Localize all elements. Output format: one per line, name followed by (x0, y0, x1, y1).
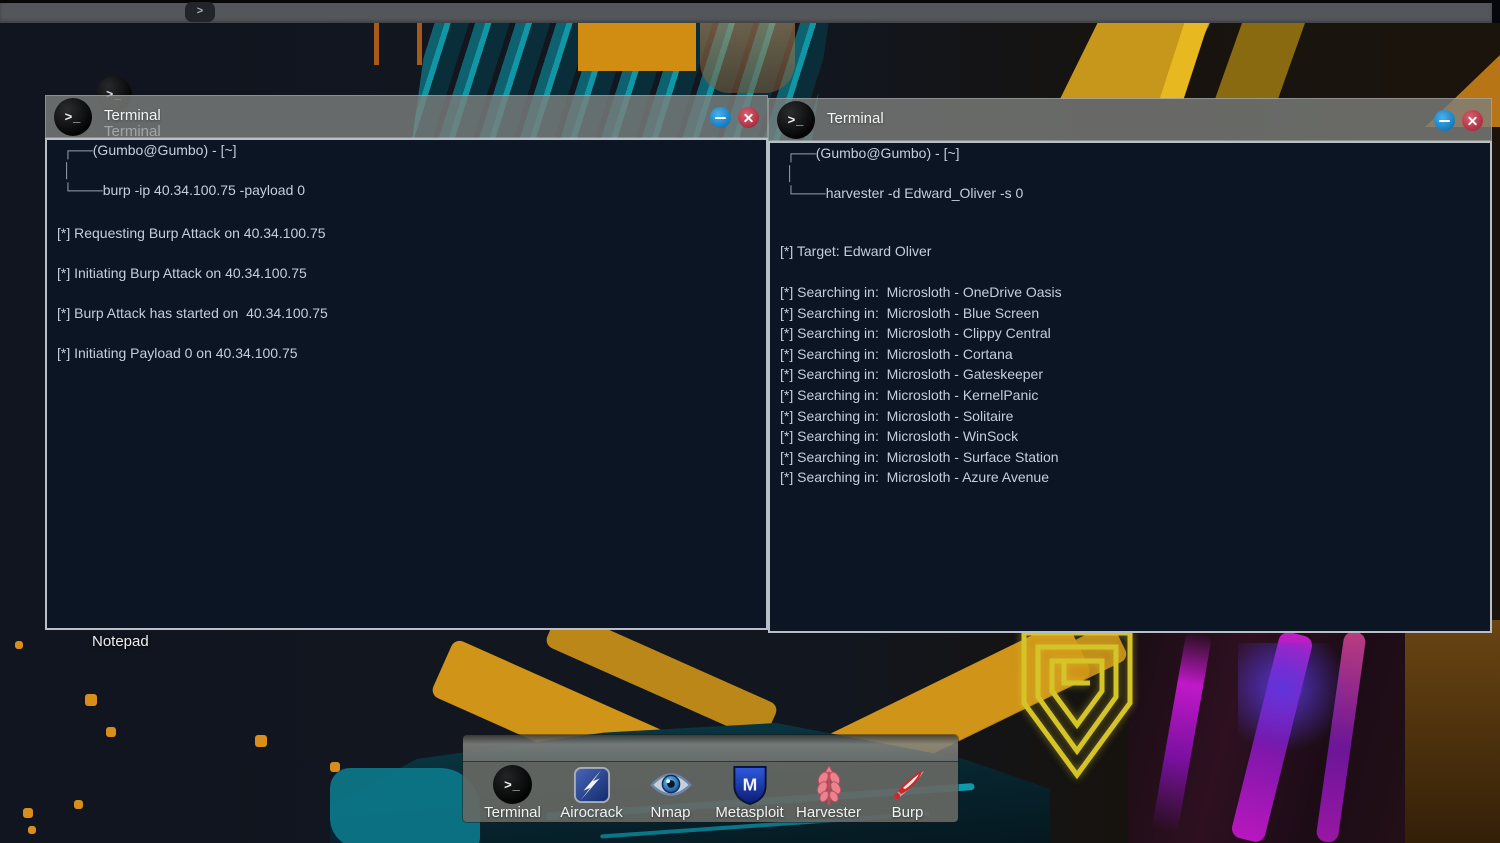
terminal-line: [*] Initiating Payload 0 on 40.34.100.75 (57, 343, 756, 363)
background-window-title: Terminal (104, 123, 161, 138)
dock-item-label: Metasploit (715, 805, 783, 821)
dock-item-label: Terminal (484, 805, 541, 821)
close-button[interactable] (1462, 110, 1483, 131)
wallpaper-face (700, 23, 795, 93)
window-title: Terminal (104, 107, 161, 124)
dock-item-terminal[interactable]: >_ Terminal (473, 764, 552, 822)
top-panel (0, 0, 1492, 23)
prompt-pipe: │ (786, 163, 1480, 183)
desktop: > >_ Notepad >_ Terminal Terminal ┌──(Gu… (0, 0, 1500, 843)
dock-handle[interactable] (463, 735, 958, 762)
terminal-peek-icon[interactable]: > (185, 2, 215, 22)
wallpaper-dot (23, 808, 33, 818)
terminal-output-area[interactable]: ┌──(Gumbo@Gumbo) - [~] │ └───harvester -… (768, 141, 1492, 633)
dock: >_ Terminal Airocrack (463, 735, 958, 822)
terminal-line: [*] Searching in: Microsloth - Solitaire (780, 406, 1480, 427)
nmap-icon (649, 770, 693, 800)
close-button[interactable] (738, 107, 759, 128)
terminal-line: [*] Searching in: Microsloth - Azure Ave… (780, 467, 1480, 488)
terminal-line: [*] Searching in: Microsloth - Surface S… (780, 447, 1480, 468)
dock-item-label: Nmap (650, 805, 690, 821)
dock-item-label: Airocrack (560, 805, 623, 821)
titlebar[interactable]: >_ Terminal (768, 98, 1492, 141)
minimize-button[interactable] (710, 107, 731, 128)
dock-item-metasploit[interactable]: M Metasploit (710, 764, 789, 822)
terminal-line: [*] Burp Attack has started on 40.34.100… (57, 303, 756, 323)
dock-item-label: Harvester (796, 805, 861, 821)
terminal-line: [*] Searching in: Microsloth - Clippy Ce… (780, 323, 1480, 344)
wallpaper-dot (106, 727, 116, 737)
titlebar[interactable]: >_ Terminal Terminal (45, 95, 768, 138)
dock-row: >_ Terminal Airocrack (463, 762, 958, 822)
burp-icon (888, 765, 928, 805)
terminal-line: [*] Searching in: Microsloth - Cortana (780, 344, 1480, 365)
airocrack-icon (573, 766, 611, 804)
terminal-window-left: >_ Terminal Terminal ┌──(Gumbo@Gumbo) - … (45, 95, 768, 630)
dock-item-harvester[interactable]: Harvester (789, 764, 868, 822)
terminal-line: [*] Searching in: Microsloth - Gateskeep… (780, 364, 1480, 385)
wallpaper-orange-edge (1405, 620, 1500, 843)
svg-text:M: M (742, 774, 757, 794)
terminal-window-right: >_ Terminal ┌──(Gumbo@Gumbo) - [~] │ └──… (768, 98, 1492, 633)
desktop-icon-label-notepad[interactable]: Notepad (92, 633, 149, 650)
wallpaper-violet-patch (1238, 643, 1348, 753)
search-results: [*] Searching in: Microsloth - OneDrive … (780, 282, 1480, 488)
terminal-line: [*] Initiating Burp Attack on 40.34.100.… (57, 263, 756, 283)
terminal-line: [*] Searching in: Microsloth - KernelPan… (780, 385, 1480, 406)
terminal-line: [*] Requesting Burp Attack on 40.34.100.… (57, 223, 756, 243)
wallpaper-shield-emblem (1012, 625, 1142, 790)
command-line: └───burp -ip 40.34.100.75 -payload 0 (63, 180, 756, 200)
window-title: Terminal (827, 110, 884, 127)
terminal-line: [*] Searching in: Microsloth - Blue Scre… (780, 303, 1480, 324)
terminal-line: [*] Searching in: Microsloth - WinSock (780, 426, 1480, 447)
terminal-icon: >_ (777, 101, 815, 139)
command-line: └───harvester -d Edward_Oliver -s 0 (786, 183, 1480, 203)
minimize-icon (1439, 120, 1450, 123)
dock-item-burp[interactable]: Burp (868, 764, 947, 822)
wallpaper-dot (255, 735, 267, 747)
wallpaper-orange-line (374, 23, 379, 65)
prompt-line: ┌──(Gumbo@Gumbo) - [~] (63, 140, 756, 160)
terminal-output-area[interactable]: ┌──(Gumbo@Gumbo) - [~] │ └───burp -ip 40… (45, 138, 768, 630)
wallpaper-yellow-block (578, 23, 696, 71)
dock-item-airocrack[interactable]: Airocrack (552, 764, 631, 822)
dock-item-nmap[interactable]: Nmap (631, 764, 710, 822)
prompt-line: ┌──(Gumbo@Gumbo) - [~] (786, 143, 1480, 163)
prompt-pipe: │ (63, 160, 756, 180)
terminal-line: [*] Searching in: Microsloth - OneDrive … (780, 282, 1480, 303)
minimize-button[interactable] (1434, 110, 1455, 131)
wallpaper-glove (330, 768, 480, 843)
wallpaper-orange-line (417, 23, 422, 65)
terminal-line: [*] Target: Edward Oliver (780, 241, 1480, 261)
wallpaper-yellow-band (1215, 23, 1305, 99)
wallpaper-dot (85, 694, 97, 706)
wallpaper-dot (28, 826, 36, 834)
wallpaper-dot (15, 641, 23, 649)
minimize-icon (715, 117, 726, 120)
dock-item-label: Burp (892, 805, 924, 821)
terminal-icon: >_ (54, 98, 92, 136)
terminal-icon: >_ (493, 765, 532, 804)
harvester-icon (813, 764, 845, 806)
wallpaper-dot (74, 800, 83, 809)
metasploit-icon: M (732, 764, 768, 805)
